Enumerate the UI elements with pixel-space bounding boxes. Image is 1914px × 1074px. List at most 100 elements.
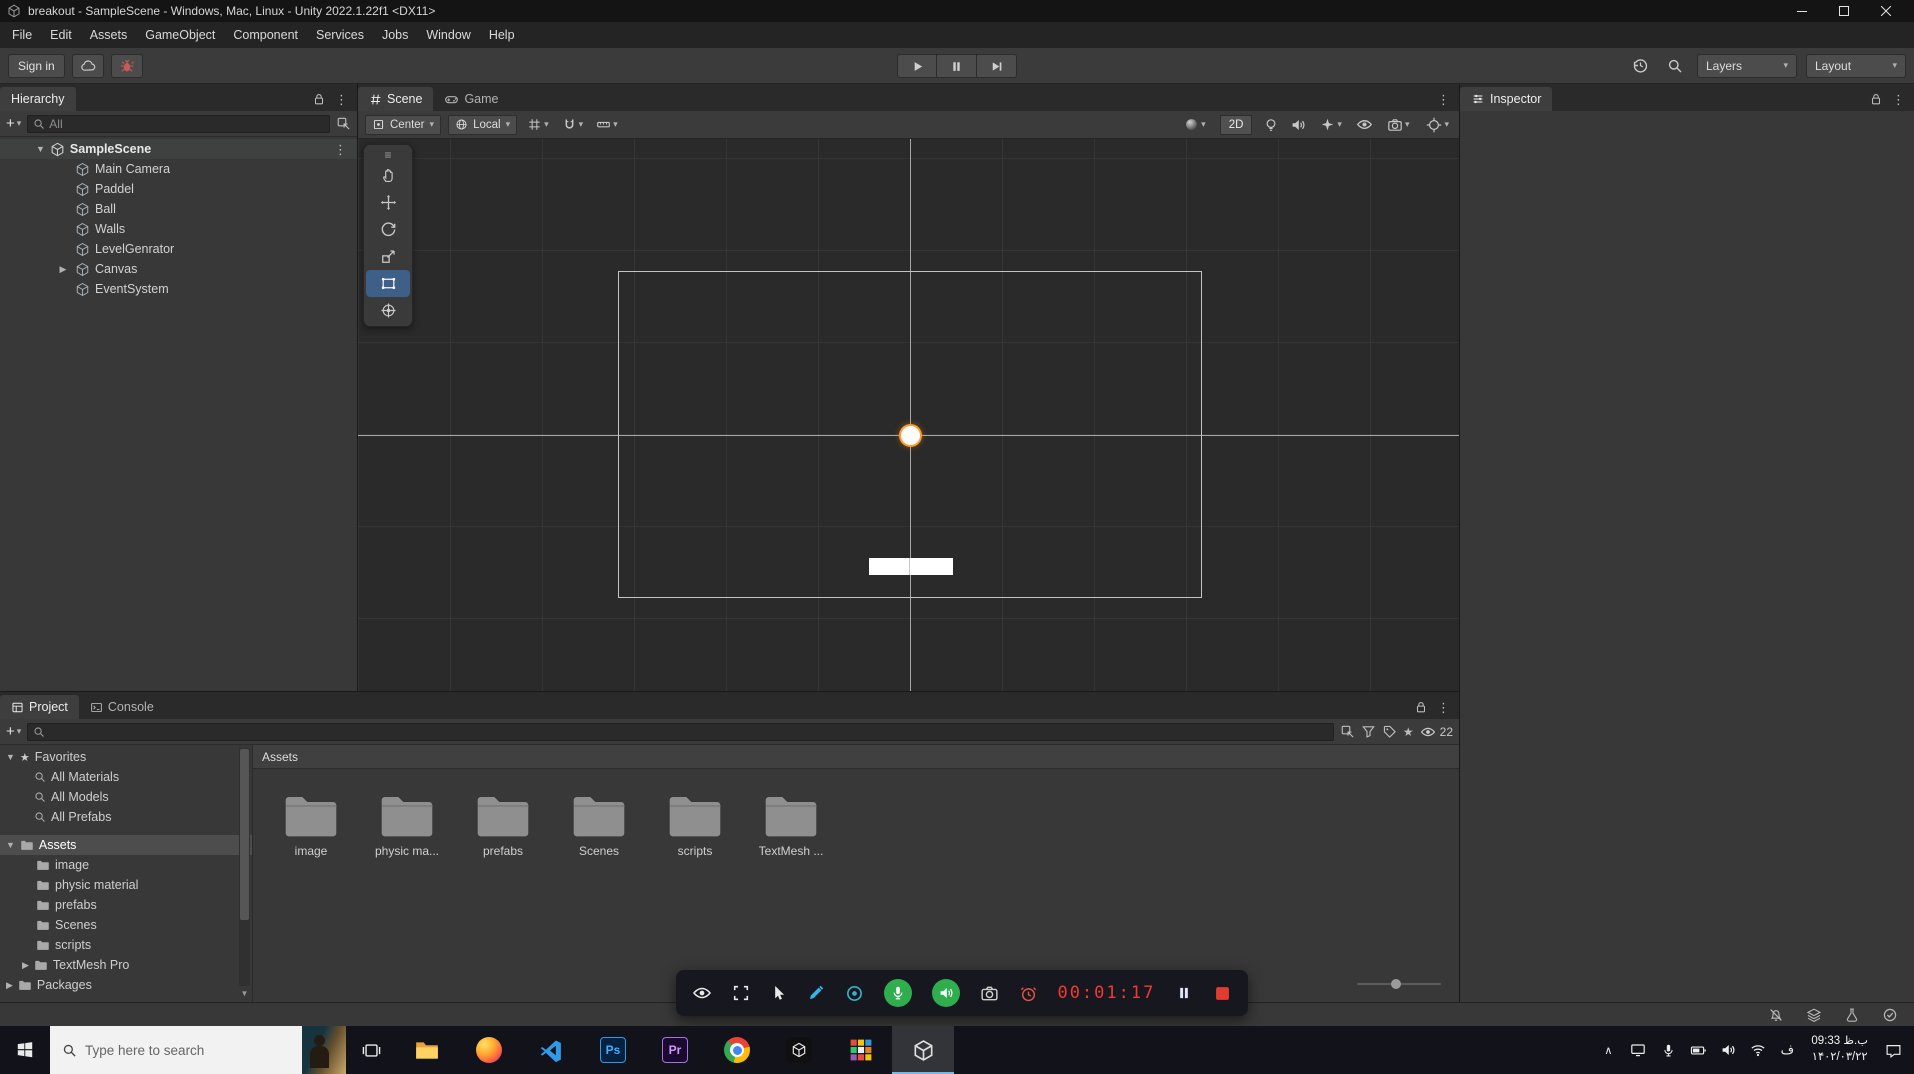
- project-search-input[interactable]: [49, 724, 1328, 739]
- paddle-object[interactable]: [869, 558, 953, 575]
- recorder-pause-button[interactable]: [1175, 984, 1193, 1002]
- tree-folder-scripts[interactable]: scripts: [0, 935, 252, 955]
- hierarchy-item-ball[interactable]: Ball: [0, 199, 357, 219]
- chrome-button[interactable]: [706, 1026, 768, 1074]
- menu-assets[interactable]: Assets: [81, 22, 137, 48]
- lock-icon[interactable]: [312, 92, 326, 106]
- foldout-open-icon[interactable]: ▼: [6, 840, 15, 850]
- minimize-button[interactable]: [1781, 0, 1823, 22]
- foldout-open-icon[interactable]: ▼: [36, 144, 45, 154]
- file-explorer-button[interactable]: [396, 1026, 458, 1074]
- packages-row[interactable]: ▶ Packages: [0, 975, 252, 995]
- recorder-microphone-button[interactable]: [884, 979, 913, 1007]
- recorder-stop-button[interactable]: [1213, 984, 1232, 1003]
- vscode-button[interactable]: [520, 1026, 582, 1074]
- draw-mode-dropdown[interactable]: ▾: [1181, 117, 1209, 132]
- microphone-tray-icon[interactable]: [1657, 1034, 1679, 1066]
- grid-visibility-dropdown[interactable]: ▾: [524, 117, 552, 132]
- recorder-region-button[interactable]: [845, 984, 864, 1003]
- kebab-menu-icon[interactable]: ⋮: [335, 93, 348, 106]
- network-tray-icon[interactable]: [1747, 1034, 1769, 1066]
- recorder-screenshot-button[interactable]: [980, 984, 999, 1003]
- display-tray-icon[interactable]: [1627, 1034, 1649, 1066]
- asset-folder-physic-material[interactable]: physic ma...: [359, 793, 455, 858]
- foldout-closed-icon[interactable]: ▶: [6, 980, 13, 990]
- task-view-button[interactable]: [346, 1026, 396, 1074]
- tree-folder-prefabs[interactable]: prefabs: [0, 895, 252, 915]
- tab-console[interactable]: Console: [79, 695, 165, 719]
- slider-knob[interactable]: [1391, 979, 1401, 989]
- hierarchy-item-walls[interactable]: Walls: [0, 219, 357, 239]
- background-tasks-icon[interactable]: [1844, 1007, 1860, 1023]
- recorder-speaker-button[interactable]: [931, 979, 960, 1007]
- tab-project[interactable]: Project: [0, 695, 79, 719]
- recorder-schedule-button[interactable]: [1019, 984, 1038, 1003]
- create-asset-button[interactable]: + ▾: [6, 724, 21, 739]
- firefox-button[interactable]: [458, 1026, 520, 1074]
- asset-folder-scenes[interactable]: Scenes: [551, 793, 647, 858]
- hierarchy-item-main-camera[interactable]: Main Camera: [0, 159, 357, 179]
- close-button[interactable]: [1865, 0, 1907, 22]
- menu-window[interactable]: Window: [417, 22, 479, 48]
- effects-dropdown[interactable]: ▾: [1317, 117, 1345, 132]
- hierarchy-item-paddel[interactable]: Paddel: [0, 179, 357, 199]
- tree-folder-image[interactable]: image: [0, 855, 252, 875]
- cloud-services-button[interactable]: [71, 53, 104, 78]
- favorite-all-models[interactable]: All Models: [0, 787, 252, 807]
- undo-history-button[interactable]: [1627, 54, 1653, 78]
- recorder-draw-button[interactable]: [807, 984, 825, 1002]
- kebab-menu-icon[interactable]: ⋮: [1892, 93, 1905, 106]
- asset-folder-prefabs[interactable]: prefabs: [455, 793, 551, 858]
- taskbar-search[interactable]: [50, 1026, 346, 1074]
- menu-component[interactable]: Component: [224, 22, 307, 48]
- scale-tool[interactable]: [366, 243, 410, 270]
- status-ok-icon[interactable]: [1882, 1007, 1898, 1023]
- tree-folder-textmesh-pro[interactable]: ▶ TextMesh Pro: [0, 955, 252, 975]
- global-search-button[interactable]: [1662, 54, 1688, 78]
- search-by-type-icon[interactable]: [1361, 724, 1376, 739]
- photoshop-button[interactable]: Ps: [582, 1026, 644, 1074]
- kebab-menu-icon[interactable]: ⋮: [1437, 93, 1450, 106]
- asset-folder-image[interactable]: image: [263, 793, 359, 858]
- scene-lighting-toggle[interactable]: [1263, 117, 1279, 133]
- notifications-muted-icon[interactable]: [1768, 1007, 1784, 1023]
- premiere-button[interactable]: Pr: [644, 1026, 706, 1074]
- foldout-closed-icon[interactable]: ▶: [60, 264, 67, 274]
- maximize-button[interactable]: [1823, 0, 1865, 22]
- foldout-closed-icon[interactable]: ▶: [22, 960, 29, 970]
- menu-edit[interactable]: Edit: [41, 22, 81, 48]
- favorite-all-prefabs[interactable]: All Prefabs: [0, 807, 252, 827]
- create-button[interactable]: + ▾: [6, 116, 21, 131]
- play-button[interactable]: [897, 54, 937, 78]
- notification-center-button[interactable]: [1882, 1034, 1904, 1066]
- camera-settings-dropdown[interactable]: ▾: [1384, 117, 1413, 133]
- search-by-label-icon[interactable]: [1382, 724, 1397, 739]
- taskbar-search-input[interactable]: [85, 1042, 294, 1058]
- unity-hub-button[interactable]: [768, 1026, 830, 1074]
- recorder-fullscreen-button[interactable]: [732, 984, 750, 1002]
- view-hand-tool[interactable]: [366, 162, 410, 189]
- menu-help[interactable]: Help: [480, 22, 524, 48]
- hidden-icons-button[interactable]: ∧: [1597, 1034, 1619, 1066]
- recorder-cursor-button[interactable]: [770, 984, 788, 1002]
- ball-object[interactable]: [901, 426, 920, 445]
- saved-search-star-icon[interactable]: ★: [1403, 725, 1414, 739]
- scene-kebab-icon[interactable]: ⋮: [334, 143, 357, 156]
- transform-tool[interactable]: [366, 297, 410, 324]
- hierarchy-scene-row[interactable]: ▼ SampleScene ⋮: [0, 139, 357, 159]
- tree-folder-physic-material[interactable]: physic material: [0, 875, 252, 895]
- unity-editor-button[interactable]: [892, 1026, 954, 1074]
- hierarchy-search[interactable]: [27, 114, 330, 133]
- language-indicator[interactable]: ف: [1777, 1034, 1797, 1066]
- hidden-packages-toggle[interactable]: 22: [1420, 724, 1453, 740]
- grid-snapping-dropdown[interactable]: ▾: [559, 117, 587, 132]
- thumbnail-size-slider[interactable]: [1357, 978, 1441, 990]
- kebab-menu-icon[interactable]: ⋮: [1437, 701, 1450, 714]
- scrollbar-thumb[interactable]: [240, 749, 249, 921]
- tree-folder-scenes[interactable]: Scenes: [0, 915, 252, 935]
- hierarchy-item-eventsystem[interactable]: EventSystem: [0, 279, 357, 299]
- increment-snap-dropdown[interactable]: ▾: [593, 117, 621, 132]
- 2d-mode-toggle[interactable]: 2D: [1219, 114, 1253, 135]
- start-button[interactable]: [0, 1026, 50, 1074]
- search-highlight-image[interactable]: [302, 1026, 346, 1074]
